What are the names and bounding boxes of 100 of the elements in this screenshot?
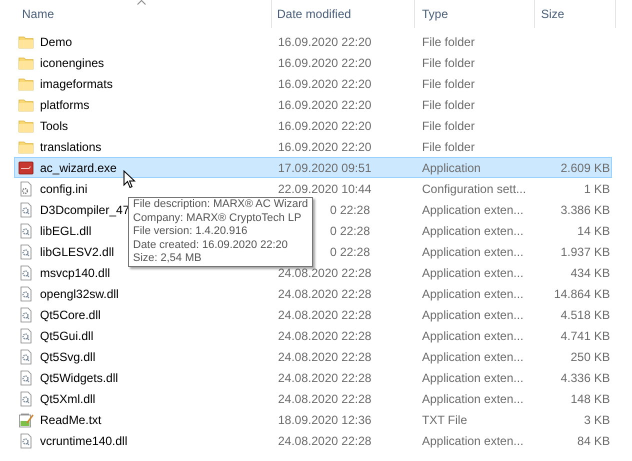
sort-caret-icon bbox=[137, 0, 146, 5]
library-file-icon bbox=[18, 390, 34, 406]
date-modified: 16.09.2020 22:20 bbox=[278, 76, 372, 92]
tooltip-line: File description: MARX® AC Wizard bbox=[133, 198, 308, 212]
file-type: File folder bbox=[422, 76, 475, 90]
notepad-icon bbox=[18, 412, 34, 428]
pointer-icon bbox=[123, 170, 136, 189]
date-modified: 16.09.2020 22:20 bbox=[278, 34, 372, 50]
file-name: platforms bbox=[40, 96, 90, 114]
file-size: 3.386 KB bbox=[560, 202, 610, 216]
file-type: File folder bbox=[422, 118, 475, 132]
file-type: TXT File bbox=[422, 412, 468, 426]
file-size: 1.937 KB bbox=[560, 244, 610, 258]
file-type: Application bbox=[422, 160, 481, 174]
file-type: Application exten... bbox=[422, 286, 524, 300]
file-name: Qt5Svg.dll bbox=[40, 348, 96, 366]
selected-row-highlight[interactable]: ac_wizard.exe 17.09.2020 09:51 Application 2.609 KB bbox=[14, 157, 612, 178]
file-name: Qt5Gui.dll bbox=[40, 328, 94, 344]
file-name: iconengines bbox=[40, 54, 104, 72]
file-size: 4.336 KB bbox=[560, 370, 610, 384]
file-name: ac_wizard.exe bbox=[40, 160, 117, 176]
date-modified: 24.08.2020 22:28 bbox=[278, 390, 372, 408]
folder-icon bbox=[18, 34, 34, 50]
tooltip-line: Size: 2,54 MB bbox=[133, 252, 202, 266]
date-modified: 24.08.2020 22:28 bbox=[278, 432, 372, 450]
folder-icon bbox=[18, 138, 34, 154]
file-type: Application exten... bbox=[422, 392, 524, 406]
file-name: imageformats bbox=[40, 76, 113, 92]
file-name: Demo bbox=[40, 34, 72, 50]
column-header[interactable]: Size bbox=[541, 5, 564, 23]
date-modified: 24.08.2020 22:28 bbox=[278, 328, 372, 344]
file-size: 84 KB bbox=[577, 434, 610, 448]
library-file-icon bbox=[18, 202, 34, 218]
column-header[interactable]: Type bbox=[422, 5, 448, 23]
date-modified: 0 22:28 bbox=[330, 222, 370, 240]
file-type: Application exten... bbox=[422, 370, 524, 384]
file-type: Application exten... bbox=[422, 202, 524, 216]
date-modified: 16.09.2020 22:20 bbox=[278, 138, 372, 156]
file-name: D3Dcompiler_47 bbox=[40, 202, 130, 218]
file-name: msvcp140.dll bbox=[40, 264, 110, 282]
file-type: Application exten... bbox=[422, 434, 524, 448]
file-size: 14 KB bbox=[577, 224, 610, 238]
date-modified: 24.08.2020 22:28 bbox=[278, 348, 372, 366]
file-type: File folder bbox=[422, 98, 475, 112]
file-name: Tools bbox=[40, 118, 68, 134]
file-type: Application exten... bbox=[422, 224, 524, 238]
column-header[interactable]: Date modified bbox=[277, 5, 352, 23]
file-name: Qt5Widgets.dll bbox=[40, 370, 118, 386]
folder-icon bbox=[18, 54, 34, 70]
tooltip-line: File version: 1.4.20.916 bbox=[133, 225, 248, 239]
file-name: ReadMe.txt bbox=[40, 412, 102, 428]
file-type: Application exten... bbox=[422, 266, 524, 280]
file-type: File folder bbox=[422, 34, 475, 48]
file-name: Qt5Xml.dll bbox=[40, 390, 96, 408]
file-type: Application exten... bbox=[422, 244, 524, 258]
file-type: Application exten... bbox=[422, 328, 524, 342]
file-size: 2.609 KB bbox=[560, 160, 610, 174]
library-file-icon bbox=[18, 432, 34, 448]
application-icon bbox=[18, 160, 34, 176]
tooltip-line: Company: MARX® CryptoTech LP bbox=[133, 212, 302, 226]
file-size: 1 KB bbox=[584, 182, 610, 196]
date-modified: 24.08.2020 22:28 bbox=[278, 370, 372, 386]
file-size: 434 KB bbox=[570, 266, 610, 280]
column-header[interactable]: Name bbox=[22, 5, 54, 23]
library-file-icon bbox=[18, 370, 34, 386]
file-size: 14.864 KB bbox=[554, 286, 610, 300]
date-modified: 22.09.2020 10:44 bbox=[278, 180, 372, 198]
library-file-icon bbox=[18, 286, 34, 302]
file-size: 4.518 KB bbox=[560, 308, 610, 322]
file-name: config.ini bbox=[40, 180, 88, 198]
date-modified: 24.08.2020 22:28 bbox=[278, 264, 372, 282]
date-modified: 24.08.2020 22:28 bbox=[278, 286, 372, 302]
date-modified: 18.09.2020 12:36 bbox=[278, 412, 372, 428]
library-file-icon bbox=[18, 222, 34, 238]
folder-icon bbox=[18, 76, 34, 92]
file-name: translations bbox=[40, 138, 102, 156]
file-type: Configuration sett... bbox=[422, 182, 526, 196]
tooltip-line: Date created: 16.09.2020 22:20 bbox=[133, 238, 289, 252]
folder-icon bbox=[18, 118, 34, 134]
date-modified: 0 22:28 bbox=[330, 202, 370, 218]
library-file-icon bbox=[18, 244, 34, 260]
date-modified: 0 22:28 bbox=[330, 244, 370, 260]
file-size: 148 KB bbox=[570, 392, 610, 406]
date-modified: 16.09.2020 22:20 bbox=[278, 96, 372, 114]
file-name: libEGL.dll bbox=[40, 222, 92, 240]
file-size: 250 KB bbox=[570, 350, 610, 364]
date-modified: 16.09.2020 22:20 bbox=[278, 118, 372, 134]
file-name: Qt5Core.dll bbox=[40, 306, 101, 324]
file-type: File folder bbox=[422, 56, 475, 70]
file-size: 4.741 KB bbox=[560, 328, 610, 342]
file-type: File folder bbox=[422, 140, 475, 154]
folder-icon bbox=[18, 96, 34, 112]
library-file-icon bbox=[18, 306, 34, 322]
date-modified: 17.09.2020 09:51 bbox=[278, 160, 372, 176]
file-name: opengl32sw.dll bbox=[40, 286, 119, 302]
file-type: Application exten... bbox=[422, 308, 524, 322]
library-file-icon bbox=[18, 348, 34, 364]
library-file-icon bbox=[18, 328, 34, 344]
date-modified: 24.08.2020 22:28 bbox=[278, 306, 372, 324]
file-size: 3 KB bbox=[584, 412, 610, 426]
